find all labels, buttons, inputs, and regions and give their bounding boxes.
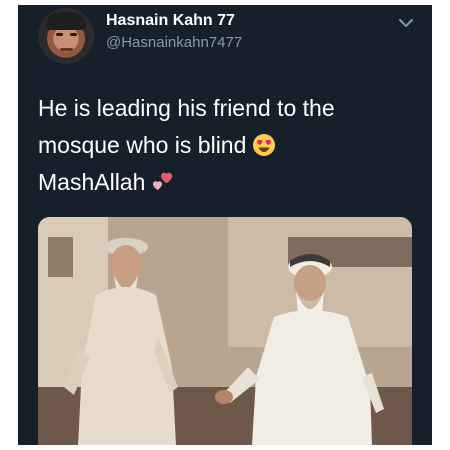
chevron-down-icon[interactable] (398, 17, 414, 29)
tweet-text: He is leading his friend to the mosque w… (38, 90, 418, 201)
author-handle[interactable]: @Hasnainkahn7477 (106, 34, 242, 51)
tweet-text-line-2: mosque who is blind (38, 132, 247, 158)
avatar[interactable] (38, 8, 94, 64)
tweet-text-line-1: He is leading his friend to the (38, 95, 335, 121)
heart-eyes-emoji-icon (253, 134, 276, 156)
two-hearts-emoji-icon (153, 172, 173, 190)
tweet-text-line-3: MashAllah (38, 169, 146, 195)
photo-illustration (38, 217, 412, 445)
tweet-photo[interactable] (38, 217, 412, 445)
author-display-name[interactable]: Hasnain Kahn 77 (106, 12, 235, 30)
tweet-card[interactable]: Hasnain Kahn 77 @Hasnainkahn7477 He is l… (18, 5, 432, 445)
